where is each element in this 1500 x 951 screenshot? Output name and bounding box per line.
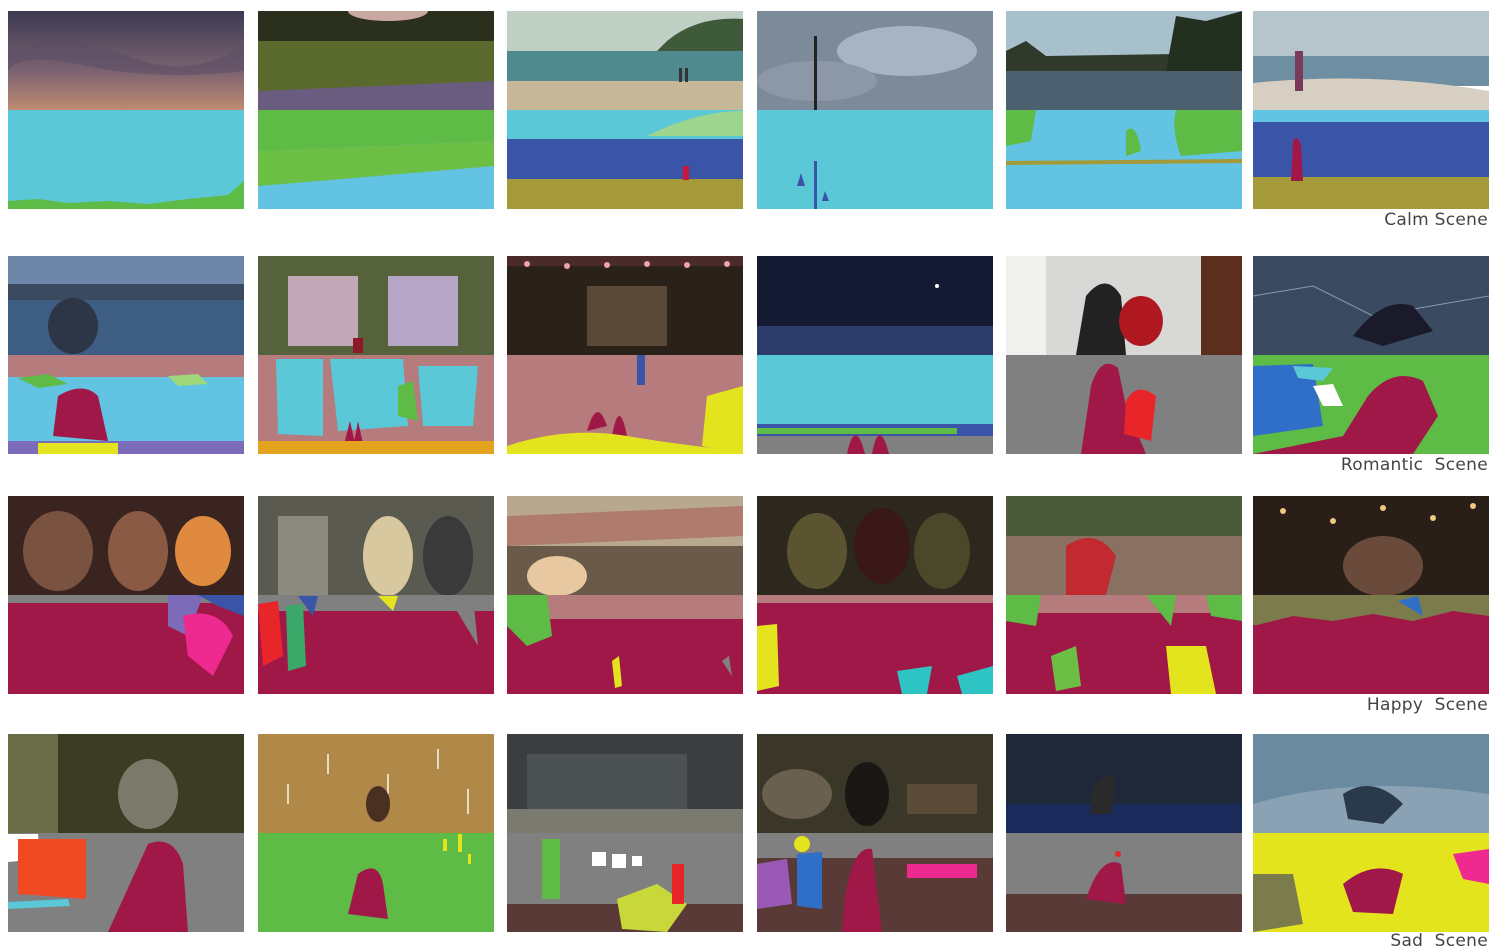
romantic-tile-2 <box>258 256 494 454</box>
calm-tile-3 <box>507 11 743 209</box>
happy-tile-3 <box>507 496 743 694</box>
romantic-tile-4 <box>757 256 993 454</box>
row-label-sad: Sad Scene <box>1390 931 1488 951</box>
calm-tile-2 <box>258 11 494 209</box>
calm-tile-5 <box>1006 11 1242 209</box>
sad-tile-1 <box>8 734 244 932</box>
happy-tile-6 <box>1253 496 1489 694</box>
happy-tile-2 <box>258 496 494 694</box>
happy-tile-5 <box>1006 496 1242 694</box>
row-label-romantic: Romantic Scene <box>1340 455 1488 475</box>
happy-tile-1 <box>8 496 244 694</box>
sad-tile-2 <box>258 734 494 932</box>
happy-tile-4 <box>757 496 993 694</box>
calm-tile-4 <box>757 11 993 209</box>
romantic-tile-5 <box>1006 256 1242 454</box>
sad-tile-4 <box>757 734 993 932</box>
calm-tile-1 <box>8 11 244 209</box>
romantic-tile-1 <box>8 256 244 454</box>
cropped-heading-top <box>6 0 46 2</box>
sad-tile-5 <box>1006 734 1242 932</box>
sad-tile-3 <box>507 734 743 932</box>
row-label-happy: Happy Scene <box>1366 695 1488 715</box>
cropped-heading-bottom <box>6 938 206 948</box>
sad-tile-6 <box>1253 734 1489 932</box>
romantic-tile-3 <box>507 256 743 454</box>
romantic-tile-6 <box>1253 256 1489 454</box>
row-label-calm: Calm Scene <box>1384 210 1488 230</box>
calm-tile-6 <box>1253 11 1489 209</box>
